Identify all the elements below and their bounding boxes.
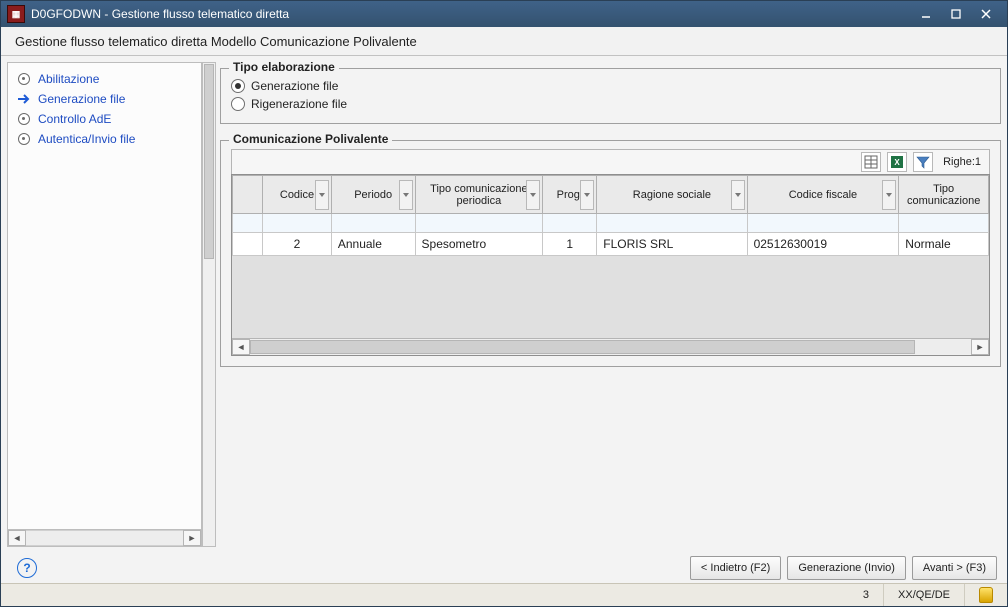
bullet-icon bbox=[18, 113, 30, 125]
radio-label: Rigenerazione file bbox=[251, 97, 347, 111]
window-title-suffix: Gestione flusso telematico diretta bbox=[112, 7, 289, 21]
cell-tipo-comunicazione[interactable]: Normale bbox=[899, 233, 989, 256]
radio-icon bbox=[231, 97, 245, 111]
dropdown-icon[interactable] bbox=[731, 180, 745, 210]
content-area: Tipo elaborazione Generazione file Rigen… bbox=[220, 62, 1001, 547]
back-button[interactable]: < Indietro (F2) bbox=[690, 556, 781, 580]
col-tipo-periodica[interactable]: Tipo comunicazione periodica bbox=[415, 176, 543, 214]
radio-icon bbox=[231, 79, 245, 93]
grid-header-row: Codice Periodo Tipo comunicazione period… bbox=[233, 176, 989, 214]
rows-count: Righe:1 bbox=[939, 156, 985, 168]
bullet-icon bbox=[18, 73, 30, 85]
dropdown-icon[interactable] bbox=[882, 180, 896, 210]
maximize-button[interactable] bbox=[941, 4, 971, 24]
grid-toolbar: X Righe:1 bbox=[231, 149, 990, 174]
cell-periodo[interactable]: Annuale bbox=[331, 233, 415, 256]
minimize-button[interactable] bbox=[911, 4, 941, 24]
app-icon: ▦ bbox=[7, 5, 25, 23]
help-icon[interactable]: ? bbox=[17, 558, 37, 578]
group-tipo-elaborazione: Tipo elaborazione Generazione file Rigen… bbox=[220, 68, 1001, 124]
col-prog[interactable]: Prog. bbox=[543, 176, 597, 214]
grid-filter-row[interactable] bbox=[233, 214, 989, 233]
sidebar-scrollbar[interactable]: ◄ ► bbox=[8, 529, 201, 546]
status-bar: 3 XX/QE/DE bbox=[1, 583, 1007, 606]
arrow-right-icon bbox=[18, 93, 30, 105]
sidebar-item-abilitazione[interactable]: Abilitazione bbox=[16, 69, 193, 89]
sidebar-item-controllo-ade[interactable]: Controllo AdE bbox=[16, 109, 193, 129]
grid-scrollbar[interactable]: ◄ ► bbox=[232, 338, 989, 355]
window-code: D0GFODWN bbox=[31, 7, 101, 21]
cell-prog[interactable]: 1 bbox=[543, 233, 597, 256]
sidebar-item-label: Controllo AdE bbox=[38, 112, 111, 126]
main-area: Abilitazione Generazione file Controllo … bbox=[1, 56, 1007, 553]
status-number: 3 bbox=[849, 584, 884, 606]
scroll-right-icon[interactable]: ► bbox=[971, 339, 989, 355]
radio-generazione-file[interactable]: Generazione file bbox=[231, 77, 990, 95]
scroll-left-icon[interactable]: ◄ bbox=[232, 339, 250, 355]
dropdown-icon[interactable] bbox=[526, 180, 540, 210]
filter-icon[interactable] bbox=[913, 152, 933, 172]
database-icon bbox=[979, 587, 993, 603]
radio-label: Generazione file bbox=[251, 79, 338, 93]
scroll-track[interactable] bbox=[26, 530, 183, 546]
col-periodo[interactable]: Periodo bbox=[331, 176, 415, 214]
sidebar-item-label: Generazione file bbox=[38, 92, 125, 106]
group-comunicazione: Comunicazione Polivalente X Righe:1 bbox=[220, 140, 1001, 367]
group-legend: Comunicazione Polivalente bbox=[229, 132, 392, 146]
grid-config-icon[interactable] bbox=[861, 152, 881, 172]
window-controls bbox=[911, 4, 1001, 24]
generate-button[interactable]: Generazione (Invio) bbox=[787, 556, 906, 580]
sidebar-item-autentica-invio[interactable]: Autentica/Invio file bbox=[16, 129, 193, 149]
scroll-left-icon[interactable]: ◄ bbox=[8, 530, 26, 546]
table-row[interactable]: 2 Annuale Spesometro 1 FLORIS SRL 025126… bbox=[233, 233, 989, 256]
splitter-scrollbar[interactable] bbox=[202, 62, 216, 547]
sidebar-item-label: Abilitazione bbox=[38, 72, 99, 86]
bullet-icon bbox=[18, 133, 30, 145]
data-grid: Codice Periodo Tipo comunicazione period… bbox=[231, 174, 990, 356]
dropdown-icon[interactable] bbox=[315, 180, 329, 210]
page-subtitle: Gestione flusso telematico diretta Model… bbox=[1, 27, 1007, 56]
cell-tipo-periodica[interactable]: Spesometro bbox=[415, 233, 543, 256]
export-excel-icon[interactable]: X bbox=[887, 152, 907, 172]
app-window: ▦ D0GFODWN - Gestione flusso telematico … bbox=[0, 0, 1008, 607]
close-button[interactable] bbox=[971, 4, 1001, 24]
window-title: D0GFODWN - Gestione flusso telematico di… bbox=[31, 7, 911, 21]
col-ragione-sociale[interactable]: Ragione sociale bbox=[597, 176, 747, 214]
group-legend: Tipo elaborazione bbox=[229, 62, 339, 74]
status-env: XX/QE/DE bbox=[884, 584, 965, 606]
cell-codice-fiscale[interactable]: 02512630019 bbox=[747, 233, 899, 256]
scroll-right-icon[interactable]: ► bbox=[183, 530, 201, 546]
sidebar: Abilitazione Generazione file Controllo … bbox=[7, 62, 202, 547]
titlebar: ▦ D0GFODWN - Gestione flusso telematico … bbox=[1, 1, 1007, 27]
radio-rigenerazione-file[interactable]: Rigenerazione file bbox=[231, 95, 990, 113]
sidebar-item-generazione-file[interactable]: Generazione file bbox=[16, 89, 193, 109]
col-codice[interactable]: Codice bbox=[263, 176, 332, 214]
row-header-blank bbox=[233, 176, 263, 214]
cell-ragione-sociale[interactable]: FLORIS SRL bbox=[597, 233, 747, 256]
col-tipo-comunicazione[interactable]: Tipo comunicazione bbox=[899, 176, 989, 214]
col-codice-fiscale[interactable]: Codice fiscale bbox=[747, 176, 899, 214]
dropdown-icon[interactable] bbox=[580, 180, 594, 210]
next-button[interactable]: Avanti > (F3) bbox=[912, 556, 997, 580]
sidebar-item-label: Autentica/Invio file bbox=[38, 132, 135, 146]
action-bar: ? < Indietro (F2) Generazione (Invio) Av… bbox=[1, 553, 1007, 583]
dropdown-icon[interactable] bbox=[399, 180, 413, 210]
cell-codice[interactable]: 2 bbox=[263, 233, 332, 256]
